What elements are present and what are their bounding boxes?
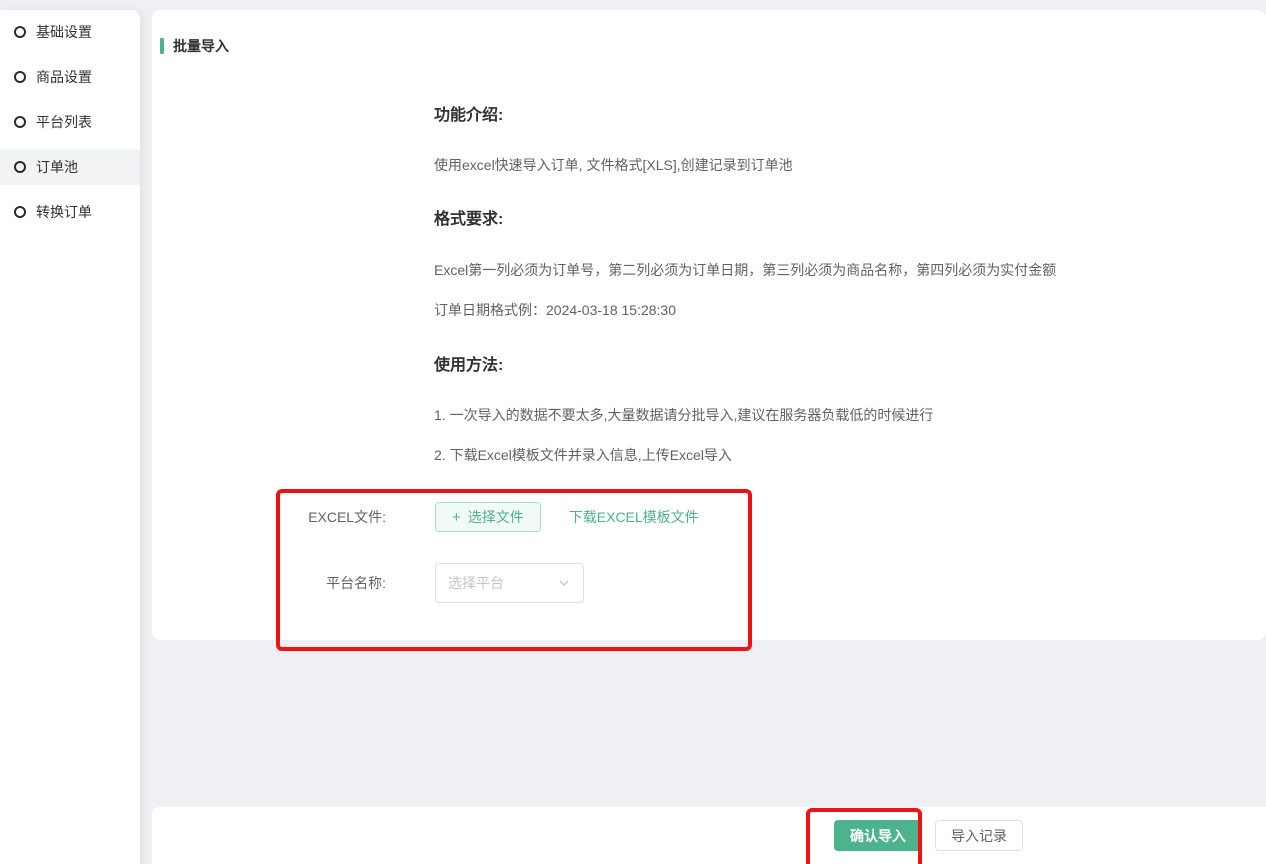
sidebar-item-label: 转换订单 [36,202,92,222]
sidebar-item-order-pool[interactable]: 订单池 [0,149,140,185]
chevron-down-icon [557,576,571,590]
usage-heading: 使用方法: [434,355,1266,377]
circle-outline-icon [14,71,26,83]
circle-outline-icon [14,116,26,128]
format-line2: 订单日期格式例：2024-03-18 15:28:30 [434,301,1266,320]
circle-outline-icon [14,26,26,38]
excel-file-row: EXCEL文件: + 选择文件 下载EXCEL模板文件 [305,502,1266,532]
circle-outline-icon [14,206,26,218]
download-template-link[interactable]: 下载EXCEL模板文件 [569,507,699,527]
main-area: 批量导入 功能介绍: 使用excel快速导入订单, 文件格式[XLS],创建记录… [152,10,1266,864]
sidebar: 基础设置 商品设置 平台列表 订单池 转换订单 [0,10,140,864]
footer-action-bar: 确认导入 导入记录 [152,807,1266,864]
platform-name-row: 平台名称: 选择平台 [305,563,1266,603]
title-accent-bar [160,38,164,54]
sidebar-item-label: 商品设置 [36,67,92,87]
platform-name-label: 平台名称: [305,573,386,593]
confirm-import-button[interactable]: 确认导入 [834,820,922,851]
platform-select-placeholder: 选择平台 [448,573,557,593]
sidebar-item-label: 平台列表 [36,112,92,132]
choose-file-button[interactable]: + 选择文件 [435,502,541,532]
sidebar-item-basic-settings[interactable]: 基础设置 [0,14,140,50]
content-card: 批量导入 功能介绍: 使用excel快速导入订单, 文件格式[XLS],创建记录… [152,10,1266,640]
intro-heading: 功能介绍: [434,105,1266,127]
usage-line1: 1. 一次导入的数据不要太多,大量数据请分批导入,建议在服务器负载低的时候进行 [434,406,1266,425]
choose-file-button-label: 选择文件 [468,507,524,527]
sidebar-item-label: 订单池 [36,157,78,177]
sidebar-item-product-settings[interactable]: 商品设置 [0,59,140,95]
format-heading: 格式要求: [434,209,1266,231]
plus-icon: + [452,509,461,526]
page-title-row: 批量导入 [152,10,1266,56]
intro-text: 使用excel快速导入订单, 文件格式[XLS],创建记录到订单池 [434,156,1266,175]
excel-file-label: EXCEL文件: [305,507,386,527]
instructions-block: 功能介绍: 使用excel快速导入订单, 文件格式[XLS],创建记录到订单池 … [434,105,1266,465]
platform-select[interactable]: 选择平台 [435,563,584,603]
usage-line2: 2. 下载Excel模板文件并录入信息,上传Excel导入 [434,446,1266,465]
sidebar-item-label: 基础设置 [36,22,92,42]
import-form: EXCEL文件: + 选择文件 下载EXCEL模板文件 平台名称: 选择平台 [305,502,1266,603]
sidebar-item-platform-list[interactable]: 平台列表 [0,104,140,140]
page-title: 批量导入 [173,36,229,56]
import-records-button[interactable]: 导入记录 [935,820,1023,851]
format-line1: Excel第一列必须为订单号，第二列必须为订单日期，第三列必须为商品名称，第四列… [434,261,1266,280]
sidebar-item-convert-orders[interactable]: 转换订单 [0,194,140,230]
circle-outline-icon [14,161,26,173]
